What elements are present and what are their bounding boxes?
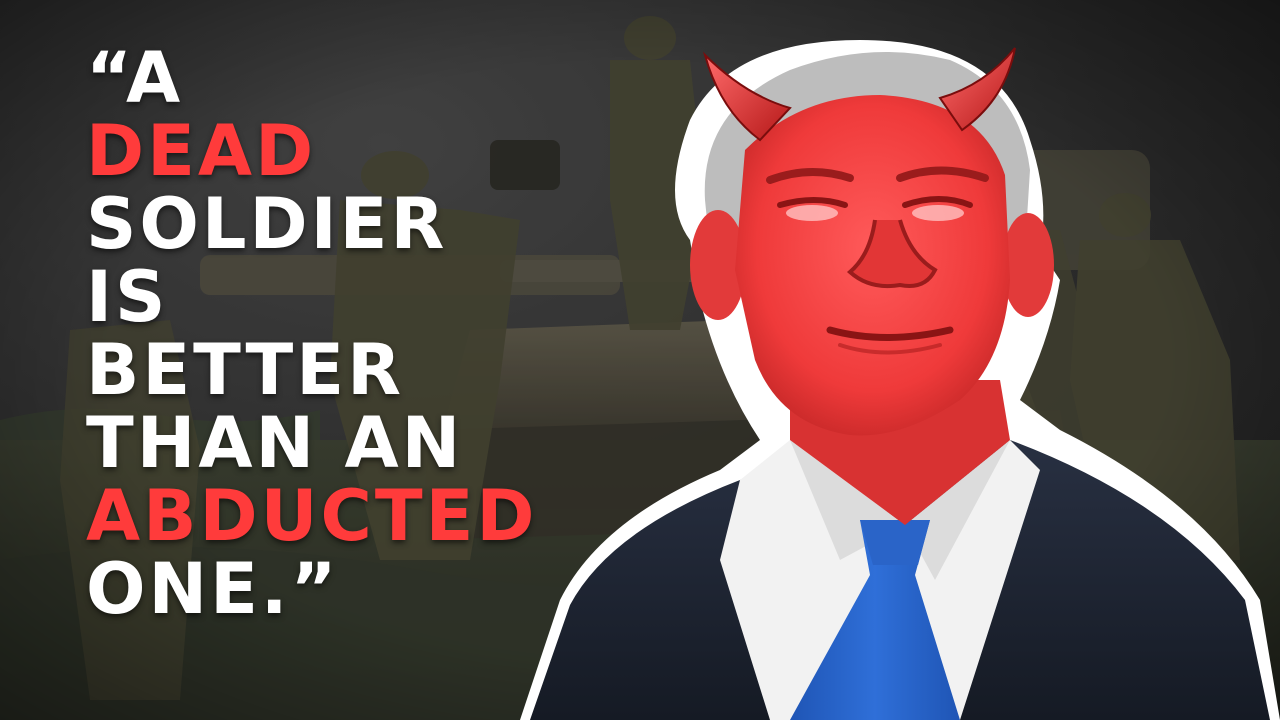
thumbnail-image: “A DEAD SOLDIER IS BETTER THAN AN ABDUCT… <box>0 0 1280 720</box>
portrait-man-devil-horns <box>520 40 1280 720</box>
